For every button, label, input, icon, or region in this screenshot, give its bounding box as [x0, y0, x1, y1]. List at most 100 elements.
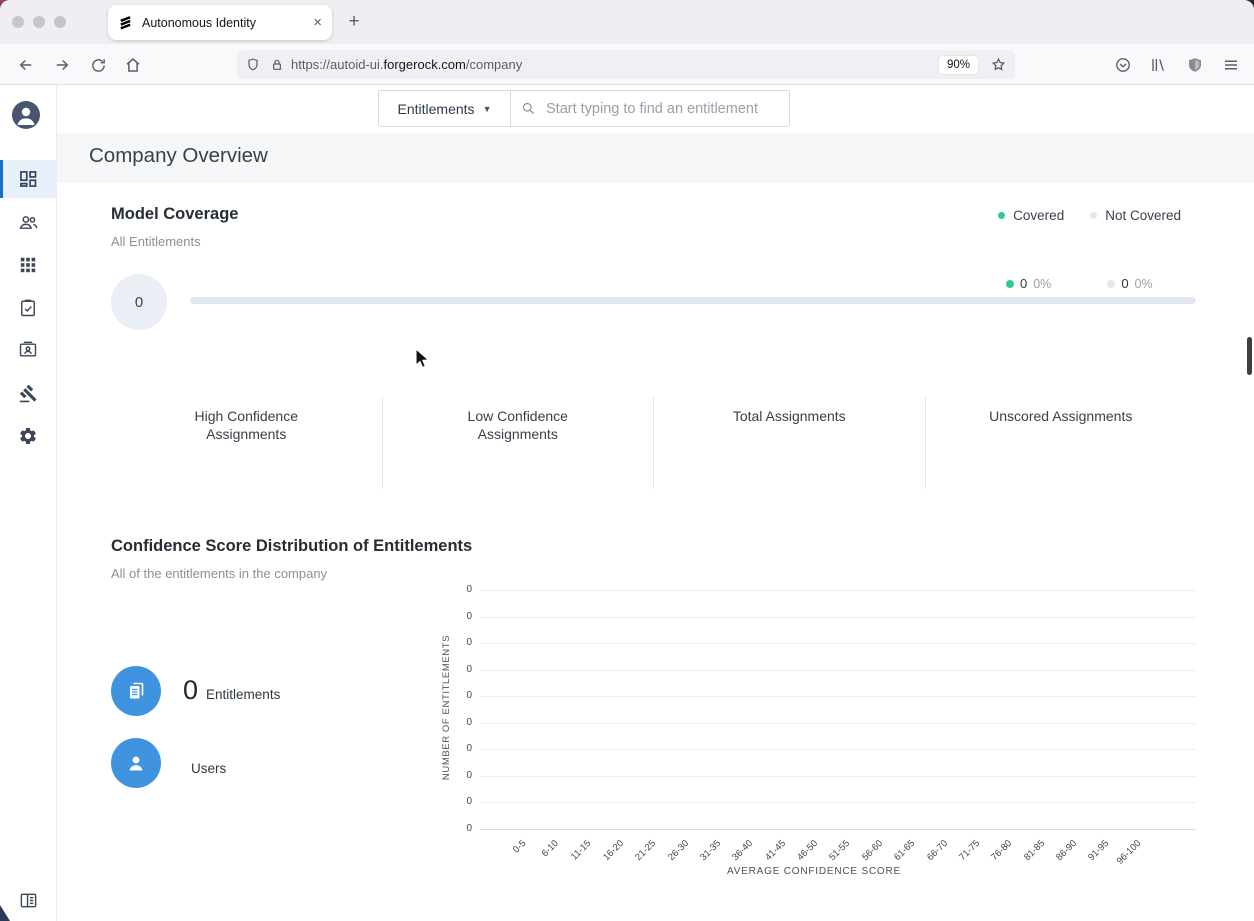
tracking-shield-icon[interactable] — [245, 57, 261, 73]
users-label: Users — [191, 761, 226, 776]
active-indicator — [0, 160, 3, 198]
coverage-ministat: 0 0% — [1107, 276, 1152, 291]
x-tick-label: 46-50 — [795, 838, 820, 863]
browser-window: Autonomous Identity × + https://autoid-u… — [0, 0, 1254, 921]
ministat-percent: 0% — [1033, 277, 1051, 291]
sidebar-item-tasks[interactable] — [0, 289, 56, 327]
metric-column: Total Assignments — [653, 397, 925, 489]
sidebar-item-dashboard[interactable] — [0, 160, 56, 198]
x-tick-label: 31-35 — [698, 838, 723, 863]
page-header: Company Overview — [57, 133, 1254, 183]
confidence-distribution-chart: NUMBER OF ENTITLEMENTS AVERAGE CONFIDENC… — [480, 590, 1196, 829]
scrollbar-thumb[interactable] — [1247, 337, 1252, 375]
legend-dot — [1090, 212, 1097, 219]
metric-column: Unscored Assignments — [925, 397, 1197, 489]
reload-icon[interactable] — [85, 52, 111, 78]
legend-label: Not Covered — [1105, 208, 1181, 223]
sidebar-item-applications[interactable] — [0, 246, 56, 284]
search-input[interactable] — [544, 100, 779, 118]
sidebar-item-users[interactable] — [0, 203, 56, 241]
x-tick-label: 61-65 — [892, 838, 917, 863]
password-shield-icon[interactable] — [1182, 52, 1208, 78]
y-tick-label: 0 — [452, 770, 472, 781]
coverage-progress-bar — [190, 297, 1196, 304]
metric-column: High Confidence Assignments — [111, 397, 382, 489]
model-coverage-subtitle: All Entitlements — [111, 234, 201, 249]
assignment-metrics: High Confidence Assignments Low Confidenc… — [111, 397, 1196, 489]
library-icon[interactable] — [1146, 52, 1172, 78]
menu-hamburger-icon[interactable] — [1218, 52, 1244, 78]
tab-strip: Autonomous Identity × + — [0, 0, 1254, 44]
y-tick-label: 0 — [452, 664, 472, 675]
users-icon — [111, 738, 161, 788]
x-tick-label: 0-5 — [511, 838, 528, 855]
ministat-value: 0 — [1020, 276, 1027, 291]
entitlements-stat: 0 Entitlements — [183, 672, 280, 708]
y-tick-label: 0 — [452, 796, 472, 807]
gridline — [480, 670, 1196, 671]
x-tick-label: 66-70 — [925, 838, 950, 863]
pocket-icon[interactable] — [1110, 52, 1136, 78]
search-category-dropdown[interactable]: Entitlements ▼ — [378, 90, 511, 127]
url-bar[interactable]: https://autoid-ui.forgerock.com/company … — [237, 50, 1015, 79]
x-tick-label: 81-85 — [1022, 838, 1047, 863]
distribution-subtitle: All of the entitlements in the company — [111, 566, 327, 581]
metric-label: Total Assignments — [733, 407, 846, 425]
tab-title: Autonomous Identity — [142, 16, 313, 30]
traffic-light-close[interactable] — [12, 16, 24, 28]
ministat-value: 0 — [1121, 276, 1128, 291]
y-tick-label: 0 — [452, 637, 472, 648]
entitlements-label: Entitlements — [206, 687, 280, 702]
main-area: Entitlements ▼ Company Overview Model Co… — [57, 85, 1254, 921]
search-icon — [521, 101, 536, 116]
search-box — [511, 90, 790, 127]
gridline — [480, 643, 1196, 644]
y-axis-title: NUMBER OF ENTITLEMENTS — [441, 588, 452, 827]
entitlements-icon — [111, 666, 161, 716]
y-tick-label: 0 — [452, 717, 472, 728]
ministat-percent: 0% — [1135, 277, 1153, 291]
tab-close-icon[interactable]: × — [313, 15, 322, 30]
back-icon[interactable] — [13, 52, 39, 78]
y-tick-label: 0 — [452, 743, 472, 754]
forgerock-favicon-icon — [118, 15, 133, 30]
legend-dot — [998, 212, 1005, 219]
x-tick-label: 86-90 — [1054, 838, 1079, 863]
metric-label: Unscored Assignments — [989, 407, 1132, 425]
lock-warning-icon[interactable] — [269, 57, 285, 73]
page-title: Company Overview — [89, 144, 268, 168]
traffic-light-minimize[interactable] — [33, 16, 45, 28]
entitlement-search-group: Entitlements ▼ — [378, 90, 790, 127]
sidebar-item-settings[interactable] — [0, 417, 56, 455]
traffic-light-zoom[interactable] — [54, 16, 66, 28]
forward-icon[interactable] — [49, 52, 75, 78]
metric-label: Low Confidence Assignments — [438, 407, 598, 443]
gridline — [480, 723, 1196, 724]
x-tick-label: 51-55 — [828, 838, 853, 863]
coverage-ministats: 0 0% 0 0% — [1006, 276, 1153, 291]
coverage-ministat: 0 0% — [1006, 276, 1051, 291]
avatar[interactable] — [12, 101, 40, 129]
y-tick-label: 0 — [452, 690, 472, 701]
page-content: Model Coverage Covered Not Covered All En… — [57, 183, 1254, 921]
sidebar-item-rules[interactable] — [0, 374, 56, 412]
gridline — [480, 590, 1196, 591]
model-coverage-title: Model Coverage — [111, 205, 238, 224]
legend-item: Not Covered — [1090, 208, 1181, 223]
legend-item: Covered — [998, 208, 1064, 223]
x-tick-label: 16-20 — [601, 838, 626, 863]
corner-accent — [0, 905, 10, 921]
home-icon[interactable] — [120, 52, 146, 78]
zoom-level-badge[interactable]: 90% — [939, 56, 978, 74]
url-text: https://autoid-ui.forgerock.com/company — [291, 57, 522, 72]
gridline — [480, 802, 1196, 803]
bookmark-star-icon[interactable] — [990, 56, 1007, 73]
gridline — [480, 776, 1196, 777]
new-tab-button[interactable]: + — [341, 9, 367, 35]
ministat-dot — [1107, 280, 1115, 288]
x-tick-label: 26-30 — [666, 838, 691, 863]
distribution-title: Confidence Score Distribution of Entitle… — [111, 537, 472, 556]
sidebar-item-identities[interactable] — [0, 331, 56, 369]
browser-tab[interactable]: Autonomous Identity × — [108, 5, 332, 40]
mouse-cursor — [411, 347, 433, 371]
